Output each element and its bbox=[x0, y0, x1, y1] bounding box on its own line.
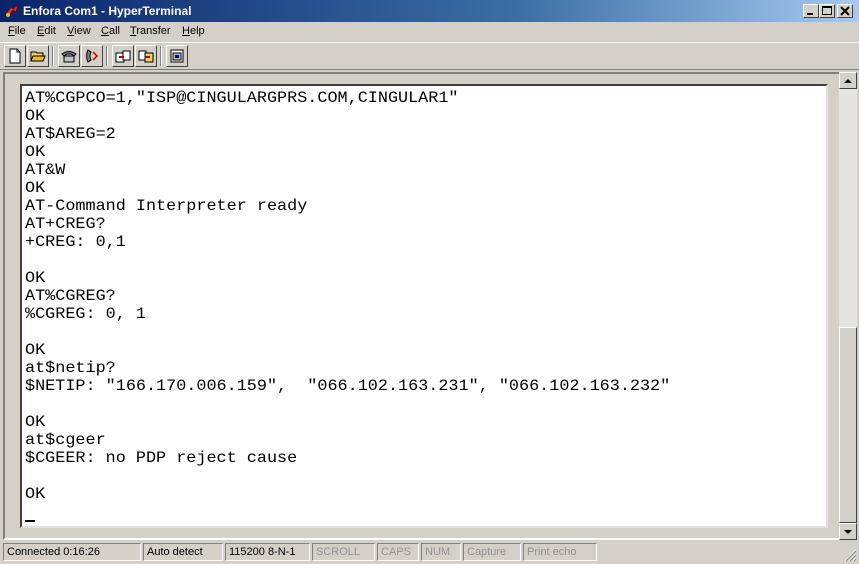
title-bar[interactable]: Enfora Com1 - HyperTerminal bbox=[0, 0, 859, 22]
minimize-button[interactable] bbox=[803, 4, 819, 18]
call-button[interactable] bbox=[58, 45, 80, 67]
receive-file-icon bbox=[138, 50, 154, 63]
terminal-frame: AT%CGPCO=1,"ISP@CINGULARGPRS.COM,CINGULA… bbox=[3, 72, 841, 540]
terminal-line: OK bbox=[25, 179, 46, 197]
toolbar-separator bbox=[52, 46, 54, 66]
terminal-line: OK bbox=[25, 341, 46, 359]
status-settings: 115200 8-N-1 bbox=[225, 543, 310, 561]
send-button[interactable] bbox=[112, 45, 134, 67]
terminal-line: $NETIP: "166.170.006.159", "066.102.163.… bbox=[25, 377, 671, 395]
terminal-line: AT%CGREG? bbox=[25, 287, 116, 305]
status-print-echo: Print echo bbox=[523, 543, 597, 561]
window-title: Enfora Com1 - HyperTerminal bbox=[23, 4, 192, 18]
menu-help[interactable]: Help bbox=[182, 25, 205, 37]
resize-grip-icon[interactable] bbox=[843, 548, 857, 562]
terminal-line: +CREG: 0,1 bbox=[25, 233, 126, 251]
phone-connect-icon bbox=[61, 51, 77, 63]
menu-edit[interactable]: Edit bbox=[37, 25, 56, 37]
terminal-line: OK bbox=[25, 107, 46, 125]
menu-view[interactable]: View bbox=[67, 25, 91, 37]
close-icon bbox=[840, 6, 850, 16]
terminal-line: $CGEER: no PDP reject cause bbox=[25, 449, 298, 467]
scroll-thumb[interactable] bbox=[839, 327, 857, 523]
phone-disconnect-icon bbox=[86, 49, 99, 63]
status-num: NUM bbox=[421, 543, 461, 561]
close-button[interactable] bbox=[837, 4, 853, 18]
disconnect-button[interactable] bbox=[81, 45, 103, 67]
maximize-icon bbox=[822, 6, 832, 15]
status-capture: Capture bbox=[463, 543, 521, 561]
text-cursor bbox=[25, 520, 35, 522]
terminal-line: %CGREG: 0, 1 bbox=[25, 305, 146, 323]
menu-bar: File Edit View Call Transfer Help bbox=[0, 22, 859, 41]
menu-call[interactable]: Call bbox=[101, 25, 120, 37]
hyperterminal-app-icon[interactable] bbox=[4, 4, 20, 18]
terminal-line: OK bbox=[25, 269, 46, 287]
status-detect: Auto detect bbox=[143, 543, 223, 561]
terminal-line: AT-Command Interpreter ready bbox=[25, 197, 308, 215]
new-document-icon bbox=[9, 48, 21, 64]
status-bar: Connected 0:16:26 Auto detect 115200 8-N… bbox=[0, 542, 859, 564]
receive-button[interactable] bbox=[135, 45, 157, 67]
arrow-down-icon bbox=[844, 530, 852, 534]
terminal-output: AT%CGPCO=1,"ISP@CINGULARGPRS.COM,CINGULA… bbox=[25, 89, 825, 503]
menu-file[interactable]: File bbox=[8, 25, 26, 37]
properties-button[interactable] bbox=[166, 45, 188, 67]
terminal-screen[interactable]: AT%CGPCO=1,"ISP@CINGULARGPRS.COM,CINGULA… bbox=[20, 84, 828, 528]
scroll-down-button[interactable] bbox=[839, 523, 857, 540]
minimize-icon bbox=[807, 13, 813, 15]
send-file-icon bbox=[115, 50, 131, 63]
terminal-line: AT$AREG=2 bbox=[25, 125, 116, 143]
toolbar-separator bbox=[160, 46, 162, 66]
vertical-scrollbar[interactable] bbox=[839, 72, 857, 540]
status-caps: CAPS bbox=[377, 543, 419, 561]
new-connection-button[interactable] bbox=[4, 45, 26, 67]
terminal-line: AT&W bbox=[25, 161, 66, 179]
status-scroll: SCROLL bbox=[312, 543, 375, 561]
properties-icon bbox=[170, 49, 184, 63]
terminal-line: OK bbox=[25, 143, 46, 161]
status-connected: Connected 0:16:26 bbox=[3, 543, 141, 561]
terminal-line: OK bbox=[25, 485, 46, 503]
maximize-button[interactable] bbox=[819, 4, 835, 18]
open-folder-icon bbox=[30, 51, 46, 62]
menu-transfer[interactable]: Transfer bbox=[130, 25, 171, 37]
scroll-up-button[interactable] bbox=[839, 72, 857, 89]
toolbar-separator bbox=[106, 46, 108, 66]
terminal-line: at$netip? bbox=[25, 359, 116, 377]
arrow-up-icon bbox=[844, 79, 852, 83]
open-button[interactable] bbox=[27, 45, 49, 67]
terminal-line: at$cgeer bbox=[25, 431, 106, 449]
terminal-line: AT+CREG? bbox=[25, 215, 106, 233]
terminal-line: AT%CGPCO=1,"ISP@CINGULARGPRS.COM,CINGULA… bbox=[25, 89, 459, 107]
toolbar bbox=[0, 42, 859, 70]
terminal-line: OK bbox=[25, 413, 46, 431]
